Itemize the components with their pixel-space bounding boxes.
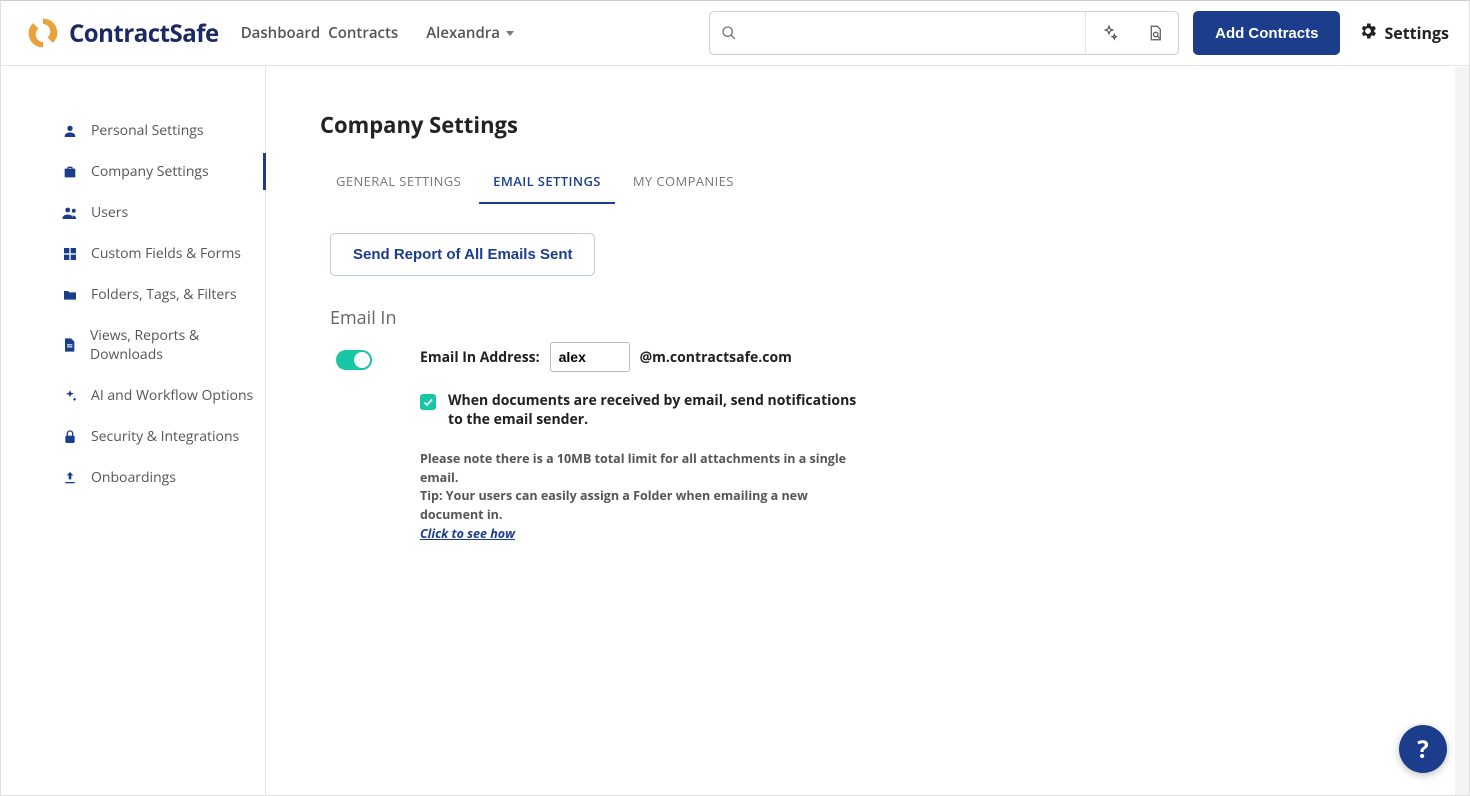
sidebar-item-label: Custom Fields & Forms bbox=[91, 244, 241, 263]
sidebar-item-company-settings[interactable]: Company Settings bbox=[61, 151, 265, 192]
sidebar: Personal Settings Company Settings Users Cu… bbox=[1, 66, 266, 794]
email-in-note: Please note there is a 10MB total limit … bbox=[420, 450, 860, 544]
notify-sender-checkbox[interactable] bbox=[420, 394, 436, 410]
upload-icon bbox=[61, 469, 79, 487]
notify-sender-label: When documents are received by email, se… bbox=[448, 392, 860, 430]
help-icon: ? bbox=[1417, 733, 1428, 766]
sparkle-icon bbox=[61, 387, 79, 405]
email-in-address-row: Email In Address: @m.contractsafe.com bbox=[420, 342, 860, 372]
email-in-address-suffix: @m.contractsafe.com bbox=[640, 348, 792, 367]
settings-button[interactable]: Settings bbox=[1354, 17, 1453, 50]
note-line-1: Please note there is a 10MB total limit … bbox=[420, 450, 860, 488]
sidebar-item-personal-settings[interactable]: Personal Settings bbox=[61, 110, 265, 151]
search-actions bbox=[1085, 12, 1178, 54]
person-icon bbox=[61, 122, 79, 140]
note-link[interactable]: Click to see how bbox=[420, 525, 515, 542]
help-button[interactable]: ? bbox=[1399, 725, 1447, 773]
logo-text: ContractSafe bbox=[69, 17, 219, 50]
page-title: Company Settings bbox=[320, 110, 1429, 140]
file-icon bbox=[61, 336, 78, 354]
email-in-heading: Email In bbox=[330, 306, 1429, 330]
settings-label: Settings bbox=[1384, 22, 1449, 44]
email-in-address-input[interactable] bbox=[550, 342, 630, 372]
sidebar-item-label: AI and Workflow Options bbox=[91, 386, 253, 405]
scrollbar[interactable] bbox=[1455, 67, 1469, 795]
email-in-toggle[interactable] bbox=[336, 350, 372, 370]
sidebar-item-onboardings[interactable]: Onboardings bbox=[61, 457, 265, 498]
sidebar-item-users[interactable]: Users bbox=[61, 192, 265, 233]
page-body: Personal Settings Company Settings Users Cu… bbox=[1, 66, 1469, 794]
sidebar-item-label: Folders, Tags, & Filters bbox=[91, 285, 237, 304]
lock-icon bbox=[61, 428, 79, 446]
sidebar-item-label: Onboardings bbox=[91, 468, 176, 487]
note-line-2: Tip: Your users can easily assign a Fold… bbox=[420, 487, 860, 525]
sidebar-item-views-reports-downloads[interactable]: Views, Reports & Downloads bbox=[61, 315, 265, 375]
search-box[interactable] bbox=[709, 11, 1179, 55]
nav-dashboard[interactable]: Dashboard bbox=[241, 17, 321, 49]
user-name: Alexandra bbox=[426, 23, 500, 43]
email-in-address-label: Email In Address: bbox=[420, 348, 540, 367]
add-contracts-button[interactable]: Add Contracts bbox=[1193, 11, 1340, 55]
sidebar-item-label: Views, Reports & Downloads bbox=[90, 326, 265, 364]
sidebar-item-label: Security & Integrations bbox=[91, 427, 239, 446]
widgets-icon bbox=[61, 245, 79, 263]
sidebar-item-label: Company Settings bbox=[91, 162, 209, 181]
logo-icon bbox=[25, 15, 61, 51]
sidebar-item-ai-and-workflow-options[interactable]: AI and Workflow Options bbox=[61, 375, 265, 416]
sidebar-item-folders-tags-filters[interactable]: Folders, Tags, & Filters bbox=[61, 274, 265, 315]
tab-general[interactable]: GENERAL SETTINGS bbox=[334, 164, 463, 204]
sidebar-item-label: Personal Settings bbox=[91, 121, 204, 140]
sidebar-item-security-integrations[interactable]: Security & Integrations bbox=[61, 416, 265, 457]
email-in-fields: Email In Address: @m.contractsafe.com Wh… bbox=[420, 342, 860, 544]
sidebar-item-custom-fields-forms[interactable]: Custom Fields & Forms bbox=[61, 233, 265, 274]
user-menu[interactable]: Alexandra bbox=[422, 17, 518, 49]
tab-email[interactable]: EMAIL SETTINGS bbox=[491, 164, 603, 204]
topnav: Dashboard Contracts bbox=[241, 17, 399, 49]
nav-contracts[interactable]: Contracts bbox=[328, 17, 398, 49]
doc-search-icon[interactable] bbox=[1132, 12, 1178, 54]
sidebar-item-label: Users bbox=[91, 203, 128, 222]
caret-down-icon bbox=[506, 31, 514, 36]
topbar: ContractSafe Dashboard Contracts Alexand… bbox=[1, 1, 1469, 66]
send-report-button[interactable]: Send Report of All Emails Sent bbox=[330, 233, 595, 276]
search-icon bbox=[720, 24, 738, 42]
email-in-section: Email In Address: @m.contractsafe.com Wh… bbox=[336, 342, 1429, 544]
search-input[interactable] bbox=[746, 12, 1085, 54]
notify-sender-row: When documents are received by email, se… bbox=[420, 392, 860, 430]
briefcase-icon bbox=[61, 163, 79, 181]
users-icon bbox=[61, 204, 79, 222]
logo[interactable]: ContractSafe bbox=[25, 15, 219, 51]
gear-icon bbox=[1358, 21, 1378, 46]
folder-icon bbox=[61, 286, 79, 304]
tabs: GENERAL SETTINGS EMAIL SETTINGS MY COMPA… bbox=[320, 164, 1429, 205]
main-content: Company Settings GENERAL SETTINGS EMAIL … bbox=[266, 66, 1469, 794]
tab-companies[interactable]: MY COMPANIES bbox=[631, 164, 736, 204]
ai-search-icon[interactable] bbox=[1086, 12, 1132, 54]
